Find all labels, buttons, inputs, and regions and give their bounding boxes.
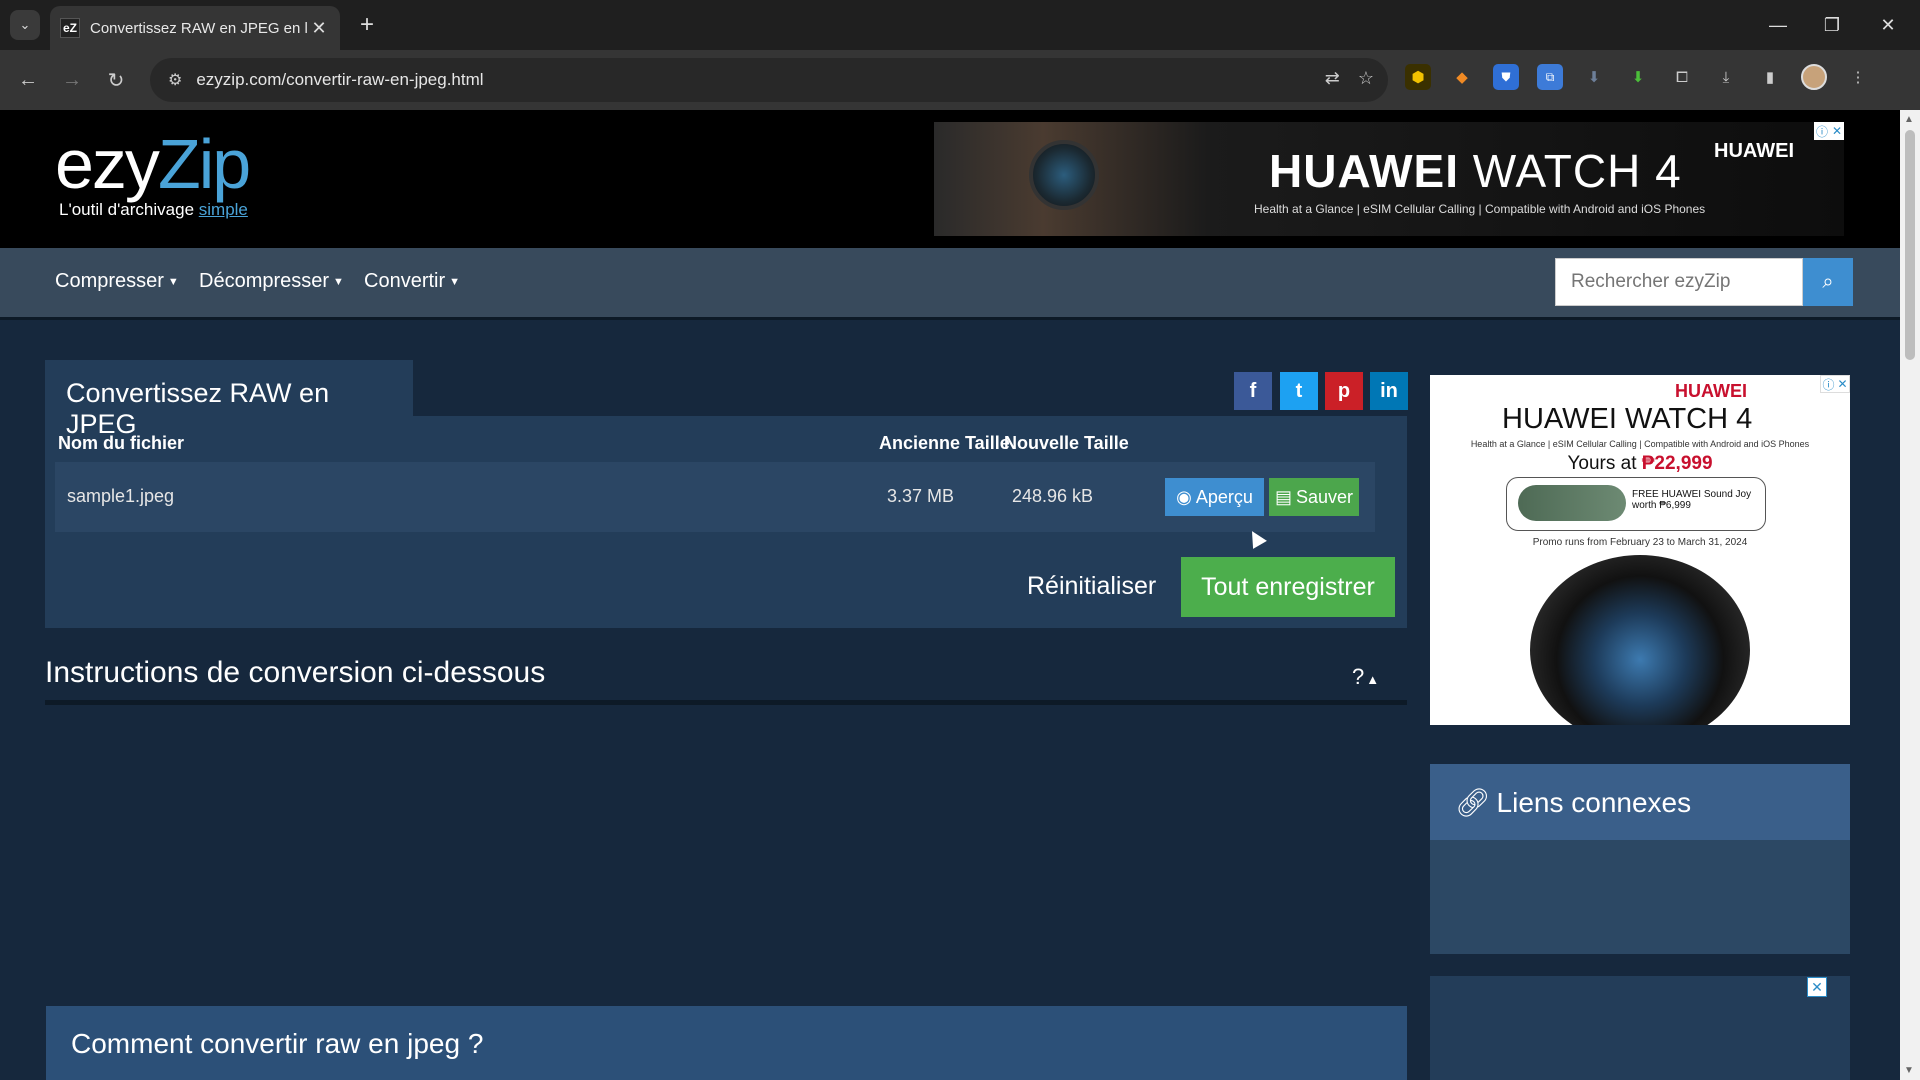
webpage: ezyZip L'outil d'archivage simple HUAWEI… bbox=[0, 110, 1900, 1080]
ad-slot-close-icon[interactable]: ✕ bbox=[1807, 977, 1827, 997]
instructions-title: Instructions de conversion ci-dessous bbox=[45, 656, 546, 689]
ezyzip-favicon-icon: eZ bbox=[60, 18, 80, 38]
save-button[interactable]: ▤ Sauver bbox=[1269, 478, 1359, 516]
instructions-divider bbox=[45, 700, 1407, 705]
forward-arrow-icon[interactable]: → bbox=[56, 64, 88, 96]
logo-zip: Zip bbox=[157, 125, 251, 203]
profile-avatar[interactable] bbox=[1801, 64, 1827, 90]
save-all-button[interactable]: Tout enregistrer bbox=[1181, 557, 1395, 617]
speaker-image bbox=[1518, 485, 1626, 521]
sidebar-ad-subtitle: Health at a Glance | eSIM Cellular Calli… bbox=[1470, 439, 1810, 449]
menu-kebab-icon[interactable]: ⋮ bbox=[1845, 64, 1871, 90]
ezyzip-logo[interactable]: ezyZip L'outil d'archivage simple bbox=[55, 124, 251, 220]
back-arrow-icon[interactable]: ← bbox=[12, 64, 44, 96]
twitter-share-icon[interactable]: t bbox=[1280, 372, 1318, 410]
window-close-icon[interactable]: ✕ bbox=[1868, 10, 1908, 40]
extension-fox-icon[interactable]: ◆ bbox=[1449, 64, 1475, 90]
reset-link[interactable]: Réinitialiser bbox=[1027, 572, 1156, 601]
scroll-down-arrow-icon[interactable]: ▼ bbox=[1904, 1065, 1914, 1076]
window-restore-icon[interactable]: ❐ bbox=[1812, 10, 1852, 40]
menu-convertir[interactable]: Convertir ▼ bbox=[364, 270, 460, 293]
search-input[interactable] bbox=[1555, 258, 1803, 306]
tab-close-icon[interactable]: ✕ bbox=[308, 18, 330, 39]
col-new-size: Nouvelle Taille bbox=[1004, 433, 1129, 453]
instructions-toggle[interactable]: ? ▲ bbox=[1352, 664, 1379, 690]
address-bar[interactable]: ⚙ ezyzip.com/convertir-raw-en-jpeg.html … bbox=[150, 58, 1388, 102]
scrollbar-thumb[interactable] bbox=[1905, 130, 1915, 360]
tab-list-chevron-icon[interactable]: ⌄ bbox=[10, 10, 40, 40]
sidebar-ad-price-line: Yours at ₱22,999 bbox=[1567, 453, 1713, 474]
translate-icon[interactable]: ⇄ bbox=[1325, 68, 1340, 89]
caret-up-icon: ▲ bbox=[1366, 672, 1380, 687]
pinterest-share-icon[interactable]: p bbox=[1325, 372, 1363, 410]
logo-ezy: ezy bbox=[55, 125, 160, 203]
scroll-up-arrow-icon[interactable]: ▲ bbox=[1904, 114, 1914, 125]
logo-tagline: L'outil d'archivage simple bbox=[59, 200, 248, 219]
watch-image bbox=[1029, 140, 1099, 210]
page-scrollbar[interactable]: ▲ ▼ bbox=[1900, 110, 1920, 1080]
extensions-puzzle-icon[interactable]: ⧠ bbox=[1669, 64, 1695, 90]
caret-down-icon: ▼ bbox=[167, 275, 179, 288]
browser-tab-active[interactable]: eZ Convertissez RAW en JPEG en li ✕ bbox=[50, 6, 340, 50]
window-minimize-icon[interactable]: — bbox=[1758, 10, 1798, 40]
ad-info-icon: ⓘ bbox=[1815, 124, 1828, 139]
extension-download-arrow-icon[interactable]: ⬇ bbox=[1581, 64, 1607, 90]
new-tab-plus-icon[interactable]: + bbox=[352, 10, 382, 40]
file-old-size: 3.37 MB bbox=[887, 486, 955, 506]
preview-button[interactable]: ◉ Aperçu bbox=[1165, 478, 1264, 516]
ad-info-icon: ⓘ bbox=[1822, 377, 1835, 392]
facebook-share-icon[interactable]: f bbox=[1234, 372, 1272, 410]
extension-translate-icon[interactable]: ⧉ bbox=[1537, 64, 1563, 90]
ad-brand: HUAWEI bbox=[1714, 140, 1794, 162]
sidebar-ad-brand: HUAWEI bbox=[1675, 381, 1747, 401]
howto-heading: Comment convertir raw en jpeg ? bbox=[46, 1006, 1407, 1080]
top-banner-ad[interactable]: HUAWEI WATCH 4 Health at a Glance | eSIM… bbox=[934, 122, 1844, 236]
downloads-icon[interactable]: ⤓ bbox=[1713, 64, 1739, 90]
extension-green-arrow-icon[interactable]: ⬇ bbox=[1625, 64, 1651, 90]
sidebar-ad-promo: Promo runs from February 23 to March 31,… bbox=[1532, 537, 1748, 548]
browser-toolbar: ← → ↻ ⚙ ezyzip.com/convertir-raw-en-jpeg… bbox=[0, 50, 1920, 110]
site-header: ezyZip L'outil d'archivage simple HUAWEI… bbox=[0, 110, 1900, 248]
bookmark-star-icon[interactable]: ☆ bbox=[1358, 68, 1374, 89]
url-text: ezyzip.com/convertir-raw-en-jpeg.html bbox=[196, 70, 484, 89]
tab-title: Convertissez RAW en JPEG en li bbox=[90, 19, 308, 37]
smartwatch-image bbox=[1530, 555, 1750, 725]
ad-subtitle: Health at a Glance | eSIM Cellular Calli… bbox=[1254, 202, 1706, 216]
menu-compresser[interactable]: Compresser ▼ bbox=[55, 270, 179, 293]
extension-cube-icon[interactable]: ⬢ bbox=[1405, 64, 1431, 90]
eye-icon: ◉ bbox=[1176, 486, 1192, 507]
reload-icon[interactable]: ↻ bbox=[100, 64, 132, 96]
caret-down-icon: ▼ bbox=[449, 275, 461, 288]
search-icon: ⌕ bbox=[1822, 270, 1834, 293]
link-chain-icon: 🔗︎ bbox=[1455, 787, 1491, 818]
file-name: sample1.jpeg bbox=[67, 486, 175, 506]
menu-decompresser[interactable]: Décompresser ▼ bbox=[199, 270, 344, 293]
sidebar-ad-close-icon[interactable]: ⓘ ✕ bbox=[1820, 375, 1850, 393]
side-panel-icon[interactable]: ▮ bbox=[1757, 64, 1783, 90]
converter-title: Convertissez RAW en JPEG bbox=[45, 360, 413, 439]
ad-close-icon[interactable]: ⓘ ✕ bbox=[1814, 122, 1844, 140]
col-old-size: Ancienne Taille bbox=[879, 433, 1010, 453]
file-download-icon: ▤ bbox=[1274, 486, 1292, 507]
caret-down-icon: ▼ bbox=[333, 275, 344, 288]
linkedin-share-icon[interactable]: in bbox=[1370, 372, 1408, 410]
logo-tagline-accent: simple bbox=[198, 200, 248, 219]
related-links-heading: 🔗︎ Liens connexes bbox=[1430, 764, 1850, 840]
main-navigation: Compresser▼ Décompresser▼ Convertir▼ ⌕ bbox=[0, 248, 1900, 320]
search-button[interactable]: ⌕ bbox=[1803, 258, 1853, 306]
site-settings-icon[interactable]: ⚙ bbox=[168, 70, 182, 90]
sidebar-ad-offer: FREE HUAWEI Sound Joy worth ₱6,999 bbox=[1632, 489, 1752, 511]
sidebar-ad-price: ₱22,999 bbox=[1641, 453, 1713, 474]
col-filename: Nom du fichier bbox=[58, 433, 185, 453]
sidebar-ad[interactable]: HUAWEI HUAWEI WATCH 4 Health at a Glance… bbox=[1430, 375, 1850, 725]
browser-tab-bar: ⌄ eZ Convertissez RAW en JPEG en li ✕ + … bbox=[0, 0, 1920, 50]
sidebar-ad-slot bbox=[1430, 976, 1850, 1080]
ad-title: HUAWEI WATCH 4 bbox=[1269, 145, 1682, 197]
related-links-panel: 🔗︎ Liens connexes bbox=[1430, 764, 1850, 954]
file-new-size: 248.96 kB bbox=[1012, 486, 1094, 506]
extension-shield-icon[interactable]: ⛊ bbox=[1493, 64, 1519, 90]
sidebar-ad-title: HUAWEI WATCH 4 bbox=[1502, 403, 1753, 435]
